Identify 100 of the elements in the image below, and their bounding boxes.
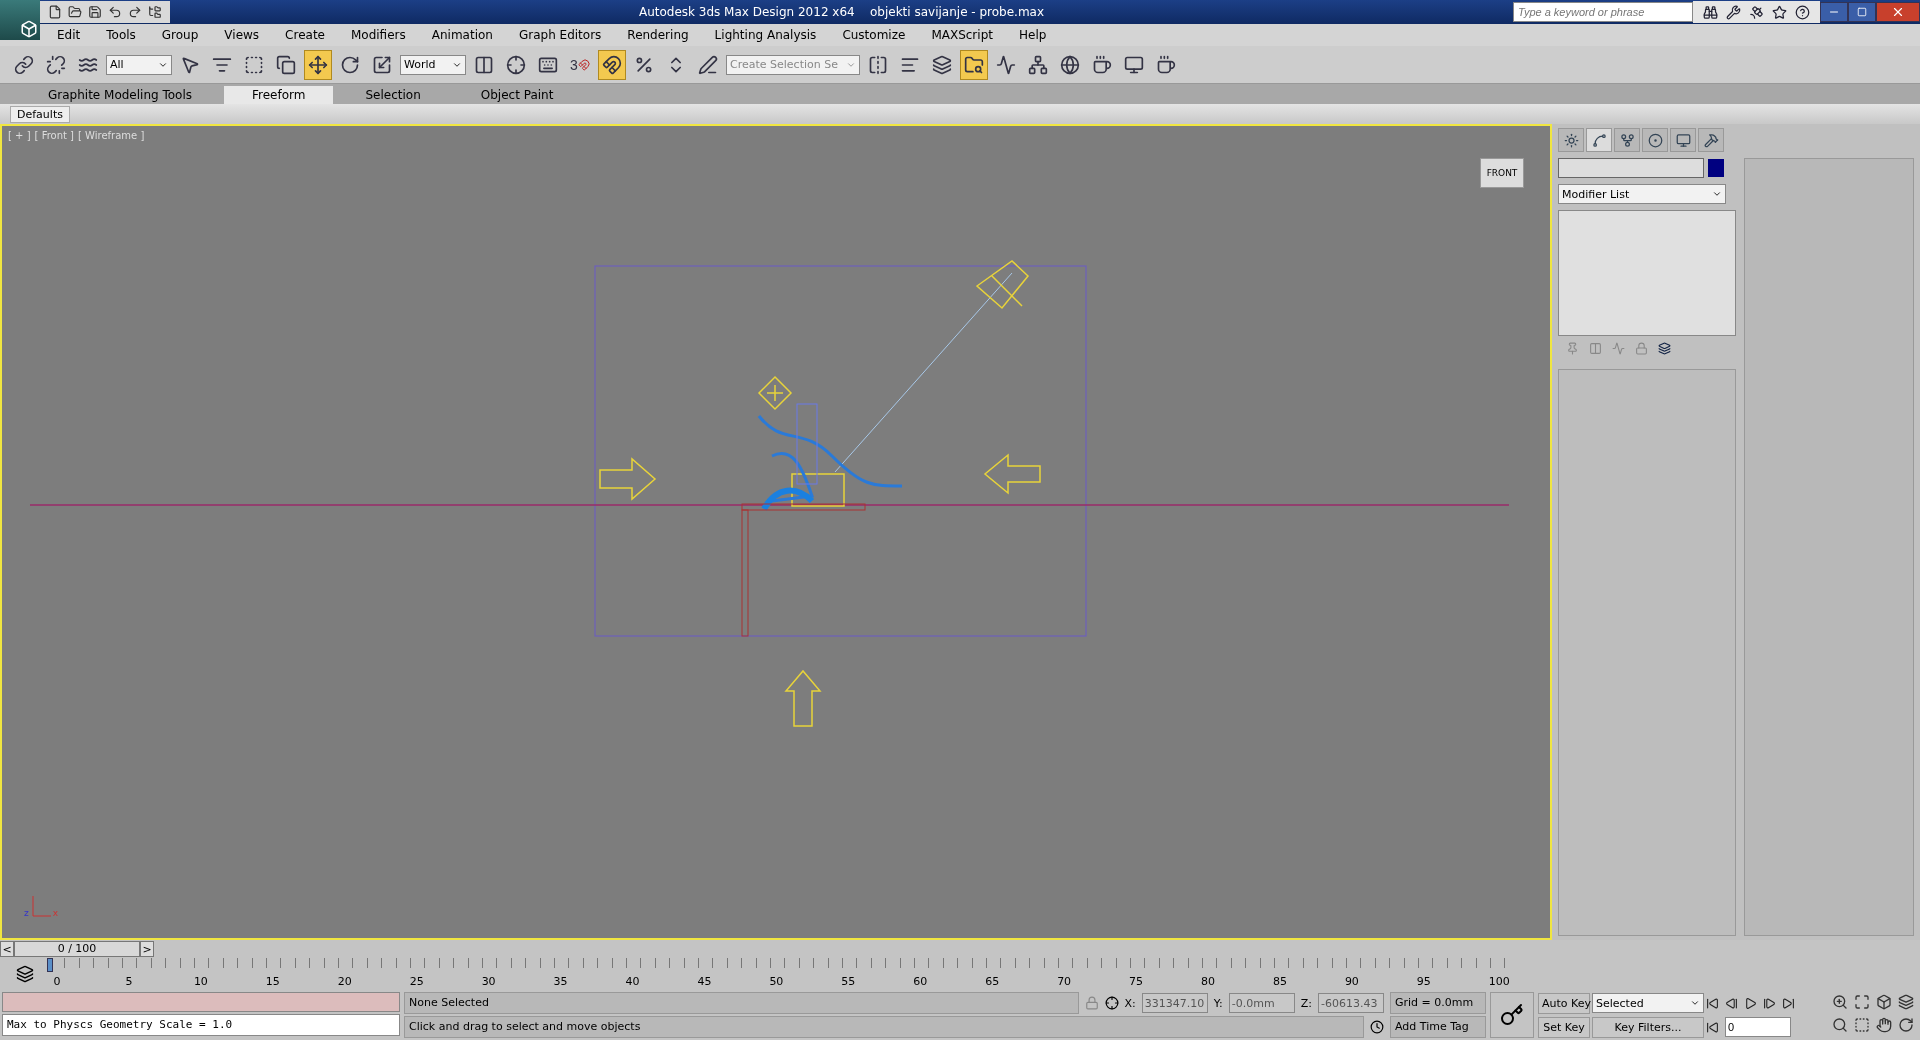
color-swatch[interactable] bbox=[1708, 159, 1724, 177]
close-button[interactable] bbox=[1876, 2, 1920, 22]
go-to-end-icon[interactable] bbox=[1782, 996, 1795, 1010]
magnet-button[interactable] bbox=[598, 49, 626, 80]
frame-number: 80 bbox=[1201, 975, 1215, 989]
auto-key-button[interactable]: Auto Key bbox=[1538, 992, 1590, 1014]
menu-item[interactable]: Group bbox=[148, 28, 212, 42]
star-icon[interactable] bbox=[1772, 4, 1787, 20]
menu-item[interactable]: Graph Editors bbox=[505, 28, 615, 42]
zoom-icon[interactable] bbox=[1832, 994, 1848, 1010]
snap-toggle[interactable]: 3 bbox=[566, 49, 594, 80]
dashed-square-icon[interactable] bbox=[1854, 1017, 1870, 1033]
search-icon[interactable] bbox=[1832, 1017, 1848, 1033]
curve-icon bbox=[1591, 132, 1607, 148]
pan-hand-icon[interactable] bbox=[1876, 1017, 1892, 1033]
name-field[interactable] bbox=[1558, 158, 1704, 178]
viewcube[interactable]: FRONT bbox=[1480, 158, 1524, 188]
set-key-button[interactable]: Set Key bbox=[1538, 1016, 1590, 1038]
curve-icon bbox=[996, 54, 1016, 75]
menu-item[interactable]: Customize bbox=[829, 28, 919, 42]
help-icon[interactable] bbox=[1795, 4, 1810, 20]
ribbon-tab[interactable]: Freeform bbox=[224, 86, 334, 104]
menu-item[interactable]: Views bbox=[211, 28, 273, 42]
pen-icon bbox=[698, 54, 718, 75]
axis-label: z bbox=[24, 908, 29, 918]
next-key-icon[interactable] bbox=[1763, 996, 1776, 1010]
panel-tab[interactable] bbox=[1698, 128, 1724, 152]
coordinate-field[interactable]: -60613.43 bbox=[1318, 993, 1384, 1013]
frame-number: 95 bbox=[1416, 975, 1431, 989]
layers-icon[interactable] bbox=[1658, 342, 1671, 355]
previous-key-icon[interactable] bbox=[1725, 996, 1738, 1010]
key-filters-button[interactable]: Key Filters... bbox=[1592, 1016, 1704, 1038]
menu-item[interactable]: Lighting Analysis bbox=[701, 28, 830, 42]
monitor-icon bbox=[1675, 132, 1691, 148]
viewport[interactable]: [ + ] [ Front ] [ Wireframe ] FRONT z x bbox=[0, 124, 1552, 940]
key-mode-dropdown[interactable]: Selected bbox=[1592, 993, 1704, 1013]
cube-icon[interactable] bbox=[1876, 994, 1892, 1010]
ribbon-tab[interactable]: Object Paint bbox=[452, 86, 582, 104]
frame-cursor[interactable] bbox=[47, 958, 53, 972]
script-input-field[interactable] bbox=[2, 992, 400, 1012]
ribbon-tab[interactable]: Graphite Modeling Tools bbox=[20, 86, 220, 104]
folder-search-button[interactable] bbox=[960, 49, 988, 80]
layers-icon[interactable] bbox=[1898, 994, 1914, 1010]
minimize-button[interactable] bbox=[1820, 2, 1848, 22]
undo-icon[interactable] bbox=[108, 5, 122, 19]
zoom-extents-icon[interactable] bbox=[1854, 994, 1870, 1010]
coordinate-field[interactable]: -0.0mm bbox=[1228, 993, 1295, 1013]
panel-tab[interactable] bbox=[1642, 128, 1668, 152]
modifier-list-dropdown[interactable]: Modifier List bbox=[1558, 184, 1726, 204]
menu-item[interactable]: Animation bbox=[418, 28, 506, 42]
new-file-icon[interactable] bbox=[48, 5, 62, 19]
panel-tab[interactable] bbox=[1558, 128, 1584, 152]
hammer-icon bbox=[1703, 132, 1719, 148]
dropdown[interactable]: World bbox=[400, 54, 466, 75]
menu-item[interactable]: Help bbox=[1005, 28, 1060, 42]
wrench-icon[interactable] bbox=[1726, 4, 1741, 20]
coordinate-field[interactable]: 331347.10 bbox=[1141, 993, 1208, 1013]
panel-tab[interactable] bbox=[1586, 128, 1612, 152]
frame-number: 85 bbox=[1272, 975, 1287, 989]
panel-tab[interactable] bbox=[1614, 128, 1640, 152]
redo-icon[interactable] bbox=[128, 5, 142, 19]
coordinate-label: X: bbox=[1124, 996, 1136, 1010]
defaults-button[interactable]: Defaults bbox=[10, 105, 70, 123]
move-button[interactable] bbox=[304, 49, 332, 80]
link-icon bbox=[14, 54, 34, 75]
frame-number: 100 bbox=[1488, 975, 1510, 989]
go-to-start-icon[interactable] bbox=[1706, 996, 1719, 1010]
track-bar-icon[interactable] bbox=[16, 965, 34, 983]
menu-item[interactable]: Edit bbox=[44, 28, 94, 42]
previous-frame-button[interactable]: < bbox=[0, 941, 14, 957]
monitor-icon bbox=[1124, 54, 1144, 75]
save-icon[interactable] bbox=[88, 5, 102, 19]
panel-tab[interactable] bbox=[1670, 128, 1696, 152]
key-button[interactable] bbox=[1490, 992, 1534, 1038]
satellite-icon[interactable] bbox=[1749, 4, 1764, 20]
menu-item[interactable]: MAXScript bbox=[918, 28, 1006, 42]
menu-item[interactable]: Create bbox=[272, 28, 338, 42]
search-field[interactable]: Type a keyword or phrase bbox=[1513, 2, 1693, 22]
binoculars-icon[interactable] bbox=[1703, 4, 1718, 20]
menu-item[interactable]: Modifiers bbox=[337, 28, 419, 42]
unlink-icon bbox=[46, 54, 66, 75]
folder-tree-icon[interactable] bbox=[148, 5, 162, 19]
frame-field[interactable]: 0 bbox=[1725, 1017, 1791, 1037]
frame-number: 65 bbox=[985, 975, 1000, 989]
open-folder-icon[interactable] bbox=[68, 5, 82, 19]
ribbon-tab[interactable]: Selection bbox=[337, 86, 449, 104]
dropdown[interactable]: All bbox=[106, 54, 172, 75]
add-time-tag-button[interactable]: Add Time Tag bbox=[1390, 1016, 1486, 1038]
orbit-icon[interactable] bbox=[1898, 1017, 1914, 1033]
play-icon[interactable] bbox=[1744, 996, 1757, 1010]
menu-item[interactable]: Tools bbox=[93, 28, 149, 42]
time-tag-icon[interactable] bbox=[1370, 1020, 1384, 1034]
crosshair-icon[interactable] bbox=[1104, 996, 1119, 1010]
app-logo[interactable] bbox=[0, 0, 40, 40]
menu-item[interactable]: Rendering bbox=[614, 28, 702, 42]
maximize-button[interactable] bbox=[1848, 2, 1876, 22]
next-frame-button[interactable]: > bbox=[140, 941, 154, 957]
modifier-stack[interactable] bbox=[1558, 210, 1736, 336]
time-slider-thumb[interactable]: 0 / 100 bbox=[14, 941, 140, 957]
frame-number: 70 bbox=[1057, 975, 1072, 989]
